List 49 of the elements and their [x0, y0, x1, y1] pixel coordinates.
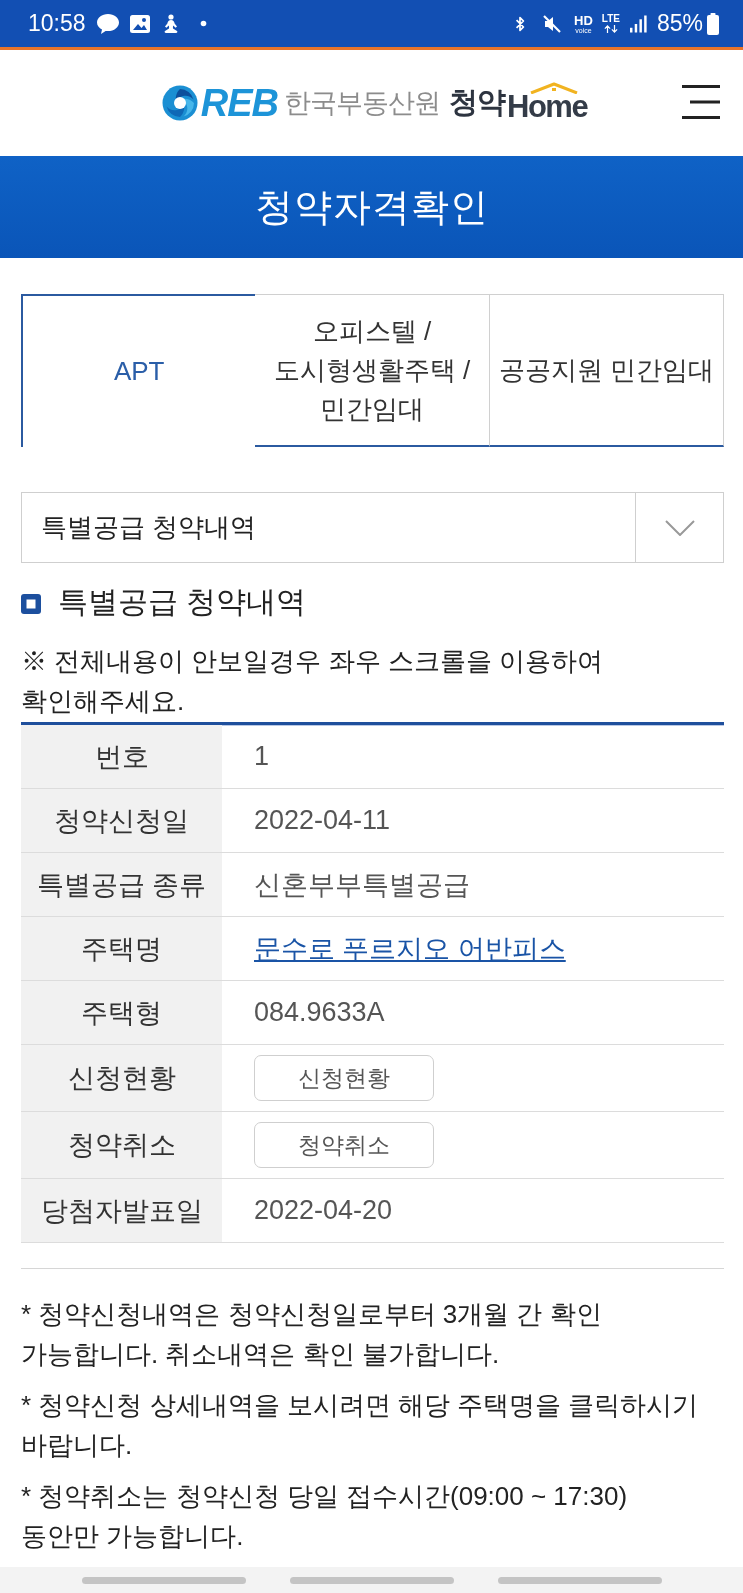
cell-value: 2022-04-20 [254, 1195, 393, 1226]
info-note: * 청약신청 상세내역을 보시려면 해당 주택명을 클릭하시기 바랍니다. [21, 1389, 700, 1462]
row-header-cell: 특별공급 종류 [21, 853, 222, 916]
mute-icon [542, 13, 562, 34]
square-bullet-icon [21, 594, 41, 614]
house-name-link[interactable]: 문수로 푸르지오 어반피스 [254, 930, 566, 967]
section-title: 특별공급 청약내역 [58, 583, 307, 620]
clock-time: 10:58 [28, 10, 86, 37]
row-header-cell: 청약신청일 [21, 789, 222, 852]
action-button[interactable]: 청약취소 [254, 1122, 434, 1168]
battery-icon [707, 12, 719, 35]
action-button[interactable]: 신청현황 [254, 1055, 434, 1101]
chat-bubble-icon [95, 12, 120, 35]
info-note: * 청약취소는 청약신청 당일 접수시간(09:00 ~ 17:30) 동안만 가능합니다. [21, 1480, 629, 1553]
history-type-select[interactable]: 특별공급 청약내역 [21, 492, 724, 563]
cell-value: 084.9633A [254, 997, 385, 1028]
category-tab[interactable]: 오피스텔 / 도시형생활주택 / 민간임대 [254, 294, 490, 447]
battery-percentage: 85% [656, 10, 703, 37]
cell-value: 2022-04-11 [254, 805, 391, 836]
row-header-cell: 당첨자발표일 [21, 1179, 222, 1242]
info-note: * 청약신청내역은 청약신청일로부터 3개월 간 확인 가능합니다. 취소내역은 확인 불가합니다. [21, 1298, 603, 1371]
chevron-down-icon [664, 519, 695, 536]
category-tab[interactable]: 공공지원 민간임대 [488, 294, 724, 447]
logo-service-name: 청약 [449, 85, 506, 120]
logo-swirl-icon [161, 85, 198, 121]
cell-value: 신혼부부특별공급 [254, 868, 470, 902]
row-header-cell: 신청현황 [21, 1045, 222, 1111]
cell-value: 1 [254, 741, 270, 772]
logo-org-name: 한국부동산원 [284, 87, 441, 120]
row-header-cell: 번호 [21, 725, 222, 788]
category-tab[interactable]: APT [21, 294, 256, 447]
gesture-hint-icon [289, 1576, 454, 1584]
menu-icon [682, 85, 720, 119]
row-header-cell: 청약취소 [21, 1112, 222, 1178]
dot-icon [199, 20, 207, 27]
image-icon [129, 14, 150, 33]
row-header-cell: 주택형 [21, 981, 222, 1044]
data-arrows-icon [603, 25, 618, 33]
roof-icon [529, 82, 580, 94]
row-header-cell: 주택명 [21, 917, 222, 980]
menu-button[interactable] [681, 84, 721, 120]
gesture-hint-icon [81, 1576, 246, 1584]
lte-label: LTE [601, 14, 620, 24]
scroll-notice: ※ 전체내용이 안보일경우 좌우 스크롤을 이용하여 확인해주세요. [21, 645, 605, 718]
logo-home-text: Home [507, 95, 588, 119]
gesture-hint-icon [497, 1576, 662, 1584]
logo-mark-text: REB [200, 84, 279, 122]
page-title: 청약자격확인 [254, 184, 489, 230]
signal-icon [629, 14, 647, 33]
